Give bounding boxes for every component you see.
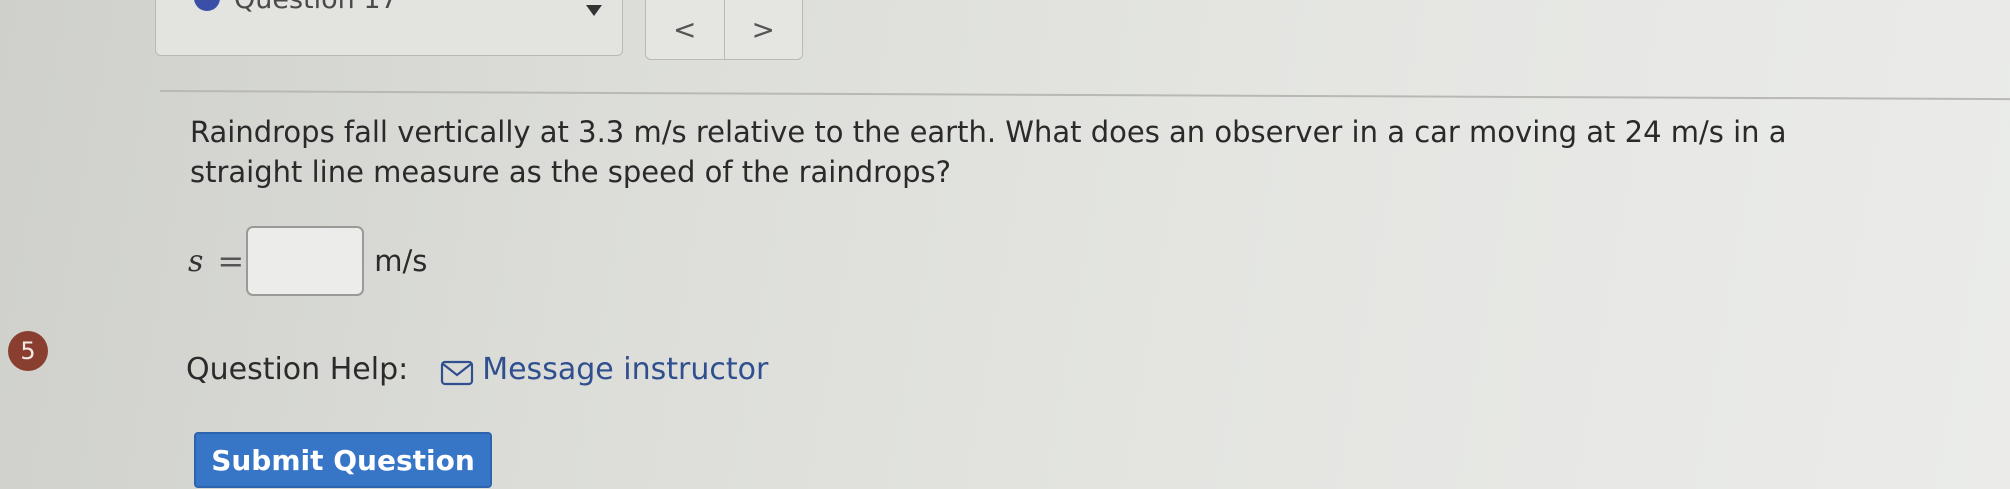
submit-question-button[interactable]: Submit Question [194, 432, 492, 488]
header-divider [159, 90, 2010, 101]
equals-sign: = [217, 242, 245, 280]
answer-input[interactable] [246, 226, 365, 296]
question-selector[interactable]: Question 17 [155, 0, 623, 56]
status-dot-icon [194, 0, 220, 11]
answer-unit: m/s [374, 244, 428, 278]
previous-question-button[interactable]: < [646, 0, 724, 59]
answer-variable: s [188, 243, 204, 279]
next-question-button[interactable]: > [723, 0, 803, 59]
answer-row: s = m/s [188, 226, 427, 296]
message-instructor-link[interactable]: Message instructor [482, 352, 768, 387]
question-help: Question Help: Message instructor [186, 352, 768, 387]
question-pager: < > [645, 0, 803, 60]
caret-down-icon[interactable] [586, 5, 602, 16]
question-text: Raindrops fall vertically at 3.3 m/s rel… [190, 115, 1787, 189]
question-selector-label: Question 17 [234, 0, 398, 15]
envelope-icon[interactable] [440, 359, 474, 385]
question-number-badge: 5 [8, 331, 48, 371]
question-help-label: Question Help: [186, 352, 409, 387]
